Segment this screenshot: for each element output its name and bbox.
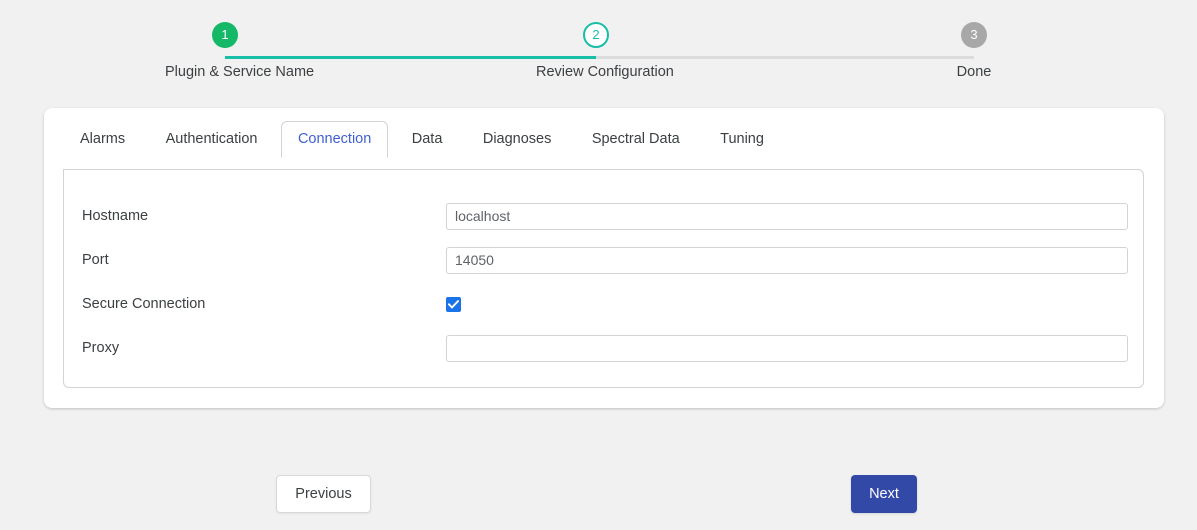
step-1-circle: 1 (212, 22, 238, 48)
secure-connection-label: Secure Connection (82, 296, 206, 312)
tab-spectral-data[interactable]: Spectral Data (575, 121, 697, 158)
tab-authentication[interactable]: Authentication (149, 121, 275, 158)
form-row-proxy: Proxy (82, 326, 1128, 370)
tab-data[interactable]: Data (395, 121, 460, 158)
step-2-label: Review Configuration (536, 64, 674, 80)
step-3-label: Done (956, 64, 992, 80)
proxy-label: Proxy (82, 340, 120, 356)
stepper-step-2[interactable]: 2 Review Configuration (536, 22, 674, 80)
connector-step2-step3 (596, 56, 974, 59)
proxy-control (446, 334, 1128, 362)
stepper-step-1[interactable]: 1 Plugin & Service Name (165, 22, 315, 80)
form-row-secure-connection: Secure Connection (82, 282, 1125, 326)
connection-tab-panel: Hostname Port Secure Connection Prox (63, 169, 1144, 388)
stepper-step-3[interactable]: 3 Done (914, 22, 1034, 80)
hostname-control (446, 202, 1128, 230)
next-button[interactable]: Next (851, 475, 917, 513)
connector-step1-step2 (225, 56, 596, 59)
tab-alarms[interactable]: Alarms (63, 121, 142, 158)
secure-connection-checkbox[interactable] (446, 296, 461, 312)
proxy-input[interactable] (446, 334, 1128, 362)
port-control (446, 246, 1128, 274)
tab-diagnoses[interactable]: Diagnoses (466, 121, 569, 158)
connection-form: Hostname Port Secure Connection Prox (64, 170, 1143, 370)
secure-connection-control (446, 296, 1125, 312)
port-label: Port (82, 252, 109, 268)
stepper-track: 1 Plugin & Service Name 2 Review Configu… (0, 22, 1197, 80)
form-row-hostname: Hostname (82, 194, 1128, 238)
step-2-circle: 2 (583, 22, 609, 48)
previous-button[interactable]: Previous (276, 475, 371, 513)
tab-tuning[interactable]: Tuning (703, 121, 781, 158)
step-1-label: Plugin & Service Name (165, 64, 315, 80)
tab-connection[interactable]: Connection (280, 121, 389, 158)
tab-bar: Alarms Authentication Connection Data Di… (44, 108, 1164, 158)
form-row-port: Port (82, 238, 1128, 282)
port-input[interactable] (446, 246, 1128, 274)
wizard-stepper: 1 Plugin & Service Name 2 Review Configu… (0, 0, 1197, 92)
hostname-input[interactable] (446, 202, 1128, 230)
step-3-circle: 3 (961, 22, 987, 48)
checkmark-icon (448, 299, 459, 309)
hostname-label: Hostname (82, 208, 149, 224)
